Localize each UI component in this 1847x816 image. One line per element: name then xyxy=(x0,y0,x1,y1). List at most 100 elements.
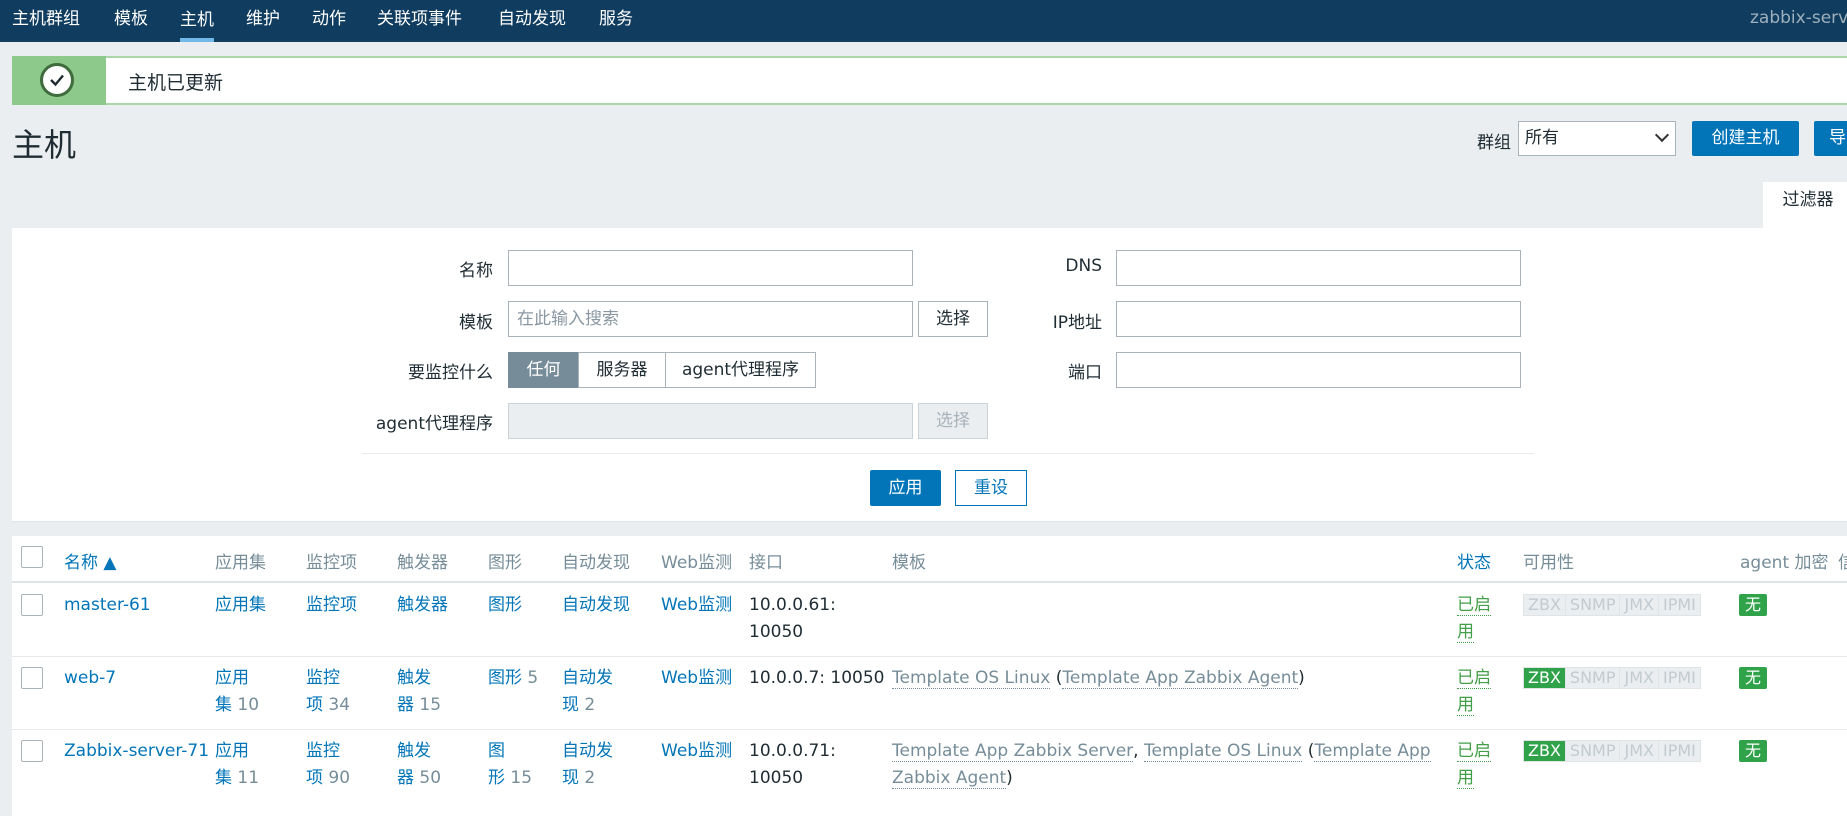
template-link[interactable]: Template App Zabbix Server xyxy=(892,741,1134,762)
monitor-option-any[interactable]: 任何 xyxy=(508,352,579,388)
select-all-checkbox[interactable] xyxy=(21,546,43,568)
graphs-link[interactable]: 图形 xyxy=(488,668,522,688)
nav-discovery[interactable]: 自动发现 xyxy=(498,0,566,42)
column-status[interactable]: 状态 xyxy=(1457,548,1491,573)
templates-cell: Template App Zabbix Server, Template OS … xyxy=(892,741,1431,789)
tab-filter[interactable]: 过滤器 xyxy=(1763,182,1847,228)
encryption-badge: 无 xyxy=(1739,740,1767,762)
template-link[interactable]: Template OS Linux xyxy=(1143,741,1303,762)
monitor-option-server[interactable]: 服务器 xyxy=(578,352,666,388)
nav-host-groups[interactable]: 主机群组 xyxy=(12,0,80,42)
host-name-link[interactable]: Zabbix-server-71 xyxy=(64,741,209,761)
status-toggle[interactable]: 已启 xyxy=(1457,595,1491,616)
status-toggle[interactable]: 已启 xyxy=(1457,668,1491,689)
column-graphs: 图形 xyxy=(488,553,522,573)
filter-proxy-label: agent代理程序 xyxy=(375,414,493,434)
triggers-cell: 触发器 50 xyxy=(397,741,442,788)
filter-ip-input[interactable] xyxy=(1116,301,1521,337)
status-cell: 已启用 xyxy=(1457,668,1491,716)
applications-link[interactable]: 应用集 xyxy=(215,595,266,615)
filter-port-input[interactable] xyxy=(1116,352,1521,388)
filter-template-label: 模板 xyxy=(459,313,493,333)
create-host-button[interactable]: 创建主机 xyxy=(1692,121,1799,156)
group-select[interactable]: 所有 xyxy=(1518,121,1676,156)
column-availability: 可用性 xyxy=(1523,553,1574,573)
graphs-cell: 图形 15 xyxy=(488,741,533,788)
column-interface: 接口 xyxy=(749,553,783,573)
items-link[interactable]: 监控 xyxy=(306,668,340,688)
column-items: 监控项 xyxy=(306,553,357,573)
items-link[interactable]: 监控 xyxy=(306,741,340,761)
filter-dns-input[interactable] xyxy=(1116,250,1521,286)
column-triggers: 触发器 xyxy=(397,553,448,573)
filter-monitor-label: 要监控什么 xyxy=(408,363,493,383)
template-select-button[interactable]: 选择 xyxy=(918,301,988,337)
message-box xyxy=(106,56,1847,105)
filter-proxy-input xyxy=(508,403,913,439)
graphs-cell: 图形 5 xyxy=(488,668,539,688)
column-info: 信 xyxy=(1838,553,1847,573)
monitor-option-proxy[interactable]: agent代理程序 xyxy=(665,352,816,388)
ipmi-badge: IPMI xyxy=(1658,595,1700,615)
web-link[interactable]: Web监测 xyxy=(661,741,732,761)
reset-button[interactable]: 重设 xyxy=(955,470,1027,506)
applications-cell: 应用集 11 xyxy=(215,741,260,788)
chevron-down-icon xyxy=(1654,127,1670,143)
ipmi-badge: IPMI xyxy=(1658,741,1700,761)
zbx-badge: ZBX xyxy=(1524,668,1566,688)
column-agent-encryption: agent 加密 xyxy=(1740,553,1829,573)
items-link[interactable]: 监控项 xyxy=(306,595,357,615)
jmx-badge: JMX xyxy=(1620,595,1659,615)
row-checkbox[interactable] xyxy=(21,740,43,762)
group-select-value: 所有 xyxy=(1525,128,1559,148)
template-link[interactable]: Template App xyxy=(1314,741,1431,762)
filter-port-label: 端口 xyxy=(1068,363,1102,383)
applications-link[interactable]: 应用 xyxy=(215,741,249,761)
encryption-badge: 无 xyxy=(1739,667,1767,689)
import-button[interactable]: 导 xyxy=(1814,121,1847,156)
triggers-link[interactable]: 触发器 xyxy=(397,595,448,615)
interface-cell: 10.0.0.7: 10050 xyxy=(749,668,885,688)
template-link[interactable]: Template App Zabbix Agent xyxy=(1062,668,1299,689)
column-discovery: 自动发现 xyxy=(562,553,630,573)
nav-maintenance[interactable]: 维护 xyxy=(246,0,280,42)
nav-actions[interactable]: 动作 xyxy=(312,0,346,42)
server-name: zabbix-serve xyxy=(1750,8,1847,28)
proxy-select-button: 选择 xyxy=(918,403,988,439)
row-checkbox[interactable] xyxy=(21,594,43,616)
status-cell: 已启用 xyxy=(1457,595,1491,643)
column-name[interactable]: 名称 ▲ xyxy=(64,548,116,573)
apply-button[interactable]: 应用 xyxy=(870,470,941,506)
ipmi-badge: IPMI xyxy=(1658,668,1700,688)
jmx-badge: JMX xyxy=(1620,668,1659,688)
zbx-badge: ZBX xyxy=(1524,741,1566,761)
triggers-link[interactable]: 触发 xyxy=(397,668,431,688)
row-divider xyxy=(12,729,1847,730)
filter-name-input[interactable] xyxy=(508,250,913,286)
zbx-badge: ZBX xyxy=(1524,595,1566,615)
applications-cell: 应用集 10 xyxy=(215,668,260,715)
template-link[interactable]: Template OS Linux xyxy=(892,668,1051,689)
graphs-link[interactable]: 图形 xyxy=(488,595,522,615)
discovery-link[interactable]: 自动发现 xyxy=(562,595,630,615)
web-link[interactable]: Web监测 xyxy=(661,595,732,615)
graphs-link[interactable]: 图 xyxy=(488,741,505,761)
nav-hosts[interactable]: 主机 xyxy=(180,0,214,42)
nav-services[interactable]: 服务 xyxy=(599,0,633,42)
host-name-link[interactable]: web-7 xyxy=(64,668,116,688)
triggers-link[interactable]: 触发 xyxy=(397,741,431,761)
discovery-link[interactable]: 自动发 xyxy=(562,668,613,688)
row-checkbox[interactable] xyxy=(21,667,43,689)
applications-link[interactable]: 应用 xyxy=(215,668,249,688)
nav-correlation[interactable]: 关联项事件 xyxy=(377,0,462,42)
host-name-link[interactable]: master-61 xyxy=(64,595,151,615)
nav-templates[interactable]: 模板 xyxy=(114,0,148,42)
web-link[interactable]: Web监测 xyxy=(661,668,732,688)
status-toggle[interactable]: 已启 xyxy=(1457,741,1491,762)
items-cell: 监控项 90 xyxy=(306,741,351,788)
triggers-cell: 触发器 15 xyxy=(397,668,442,715)
message-text: 主机已更新 xyxy=(128,72,224,94)
group-label: 群组 xyxy=(1477,133,1511,153)
filter-template-input[interactable]: 在此输入搜索 xyxy=(508,301,913,337)
discovery-link[interactable]: 自动发 xyxy=(562,741,613,761)
